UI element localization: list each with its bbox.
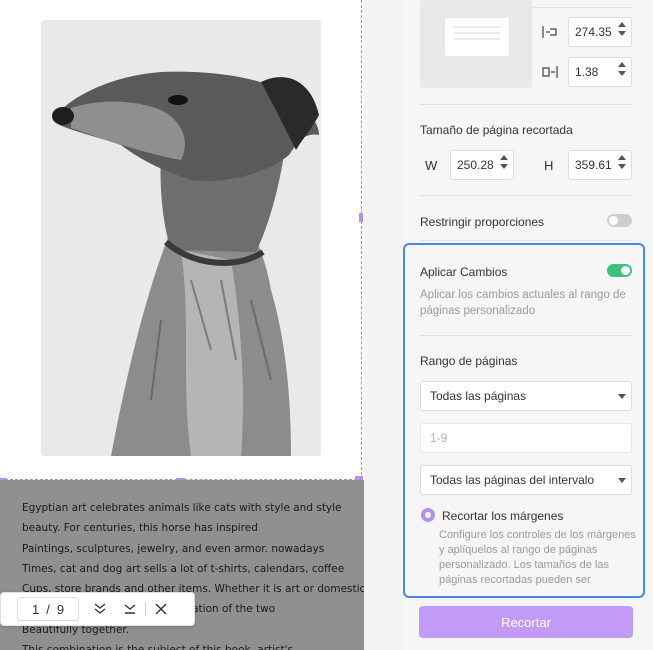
- chevron-down-icon: [618, 478, 626, 483]
- chevron-down-to-line-icon: [124, 604, 136, 614]
- dog-sketch-image: [41, 20, 321, 456]
- crop-button[interactable]: Recortar: [419, 606, 633, 638]
- page-range-select[interactable]: Todas las páginas: [420, 381, 632, 411]
- panel-gutter: [364, 0, 403, 650]
- margin-right-icon: [542, 26, 557, 38]
- divider: [420, 335, 632, 336]
- divider: [420, 104, 632, 105]
- crop-settings-panel: 274.35 1.38 Tamaño de página recortada W…: [403, 0, 653, 650]
- next-page-button[interactable]: [85, 594, 115, 624]
- page-number-input[interactable]: 1 / 9: [17, 597, 79, 621]
- text-line: beauty. For centuries, this horse has in…: [22, 522, 258, 535]
- trim-margins-description: Configure los controles de los márgenes …: [439, 529, 636, 586]
- height-value: 359.61: [575, 158, 612, 172]
- constrain-proportions-toggle[interactable]: [607, 214, 632, 227]
- width-value: 250.28: [457, 158, 494, 172]
- trim-margins-radio[interactable]: [421, 508, 435, 522]
- margin-right-field[interactable]: 274.35: [568, 17, 632, 47]
- crop-handle-right[interactable]: [359, 213, 363, 222]
- apply-changes-description: Aplicar los cambios actuales al rango de…: [420, 289, 626, 317]
- chevron-down-icon: [618, 394, 626, 399]
- preview-page: [445, 18, 509, 56]
- custom-range-input[interactable]: 1-9: [420, 423, 632, 453]
- width-label: W: [425, 158, 438, 173]
- custom-range-placeholder: 1-9: [430, 431, 448, 445]
- double-chevron-down-icon: [94, 603, 106, 614]
- current-page: 1: [31, 601, 40, 617]
- crop-boundary-right[interactable]: [361, 0, 362, 480]
- margin-right-value: 274.35: [575, 25, 612, 39]
- page-navigator: 1 / 9: [0, 592, 195, 626]
- page-range-title: Rango de páginas: [420, 354, 518, 368]
- page-separator: /: [46, 601, 50, 617]
- margin-bottom-stepper[interactable]: [618, 62, 626, 76]
- total-pages: 9: [56, 601, 65, 617]
- page-body-text: Egyptian art celebrates animals like cat…: [22, 498, 365, 650]
- cropped-size-title: Tamaño de página recortada: [420, 123, 573, 137]
- text-line: This combination is the subject of this …: [22, 640, 352, 650]
- text-line: Paintings, sculptures, jewelry, and even…: [22, 542, 325, 555]
- page-range-value: Todas las páginas: [430, 389, 527, 403]
- page-subset-select[interactable]: Todas las páginas del intervalo: [420, 465, 632, 495]
- width-stepper[interactable]: [500, 155, 508, 169]
- margin-right-stepper[interactable]: [618, 22, 626, 36]
- height-label: H: [544, 158, 554, 173]
- height-stepper[interactable]: [618, 155, 626, 169]
- text-line: Times, cat and dog art sells a lot of t-…: [22, 562, 345, 575]
- page-cropped-area: [0, 0, 362, 480]
- close-pager-button[interactable]: [146, 594, 176, 624]
- document-viewer[interactable]: Egyptian art celebrates animals like cat…: [0, 0, 365, 650]
- width-field[interactable]: 250.28: [450, 150, 514, 180]
- constrain-proportions-label: Restringir proporciones: [420, 215, 545, 229]
- height-field[interactable]: 359.61: [568, 150, 632, 180]
- apply-changes-toggle[interactable]: [607, 264, 632, 277]
- trim-margins-label[interactable]: Recortar los márgenes: [442, 509, 563, 523]
- divider: [420, 195, 632, 196]
- margin-bottom-icon: [542, 66, 558, 78]
- margin-bottom-value: 1.38: [575, 65, 599, 79]
- page-subset-value: Todas las páginas del intervalo: [430, 473, 595, 487]
- text-line: Egyptian art celebrates animals like cat…: [22, 502, 342, 514]
- margin-preview-thumbnail: [420, 0, 532, 88]
- margin-bottom-field[interactable]: 1.38: [568, 57, 632, 87]
- divider: [420, 240, 632, 241]
- last-page-button[interactable]: [115, 594, 145, 624]
- apply-changes-label: Aplicar Cambios: [420, 265, 508, 279]
- close-icon: [155, 603, 167, 615]
